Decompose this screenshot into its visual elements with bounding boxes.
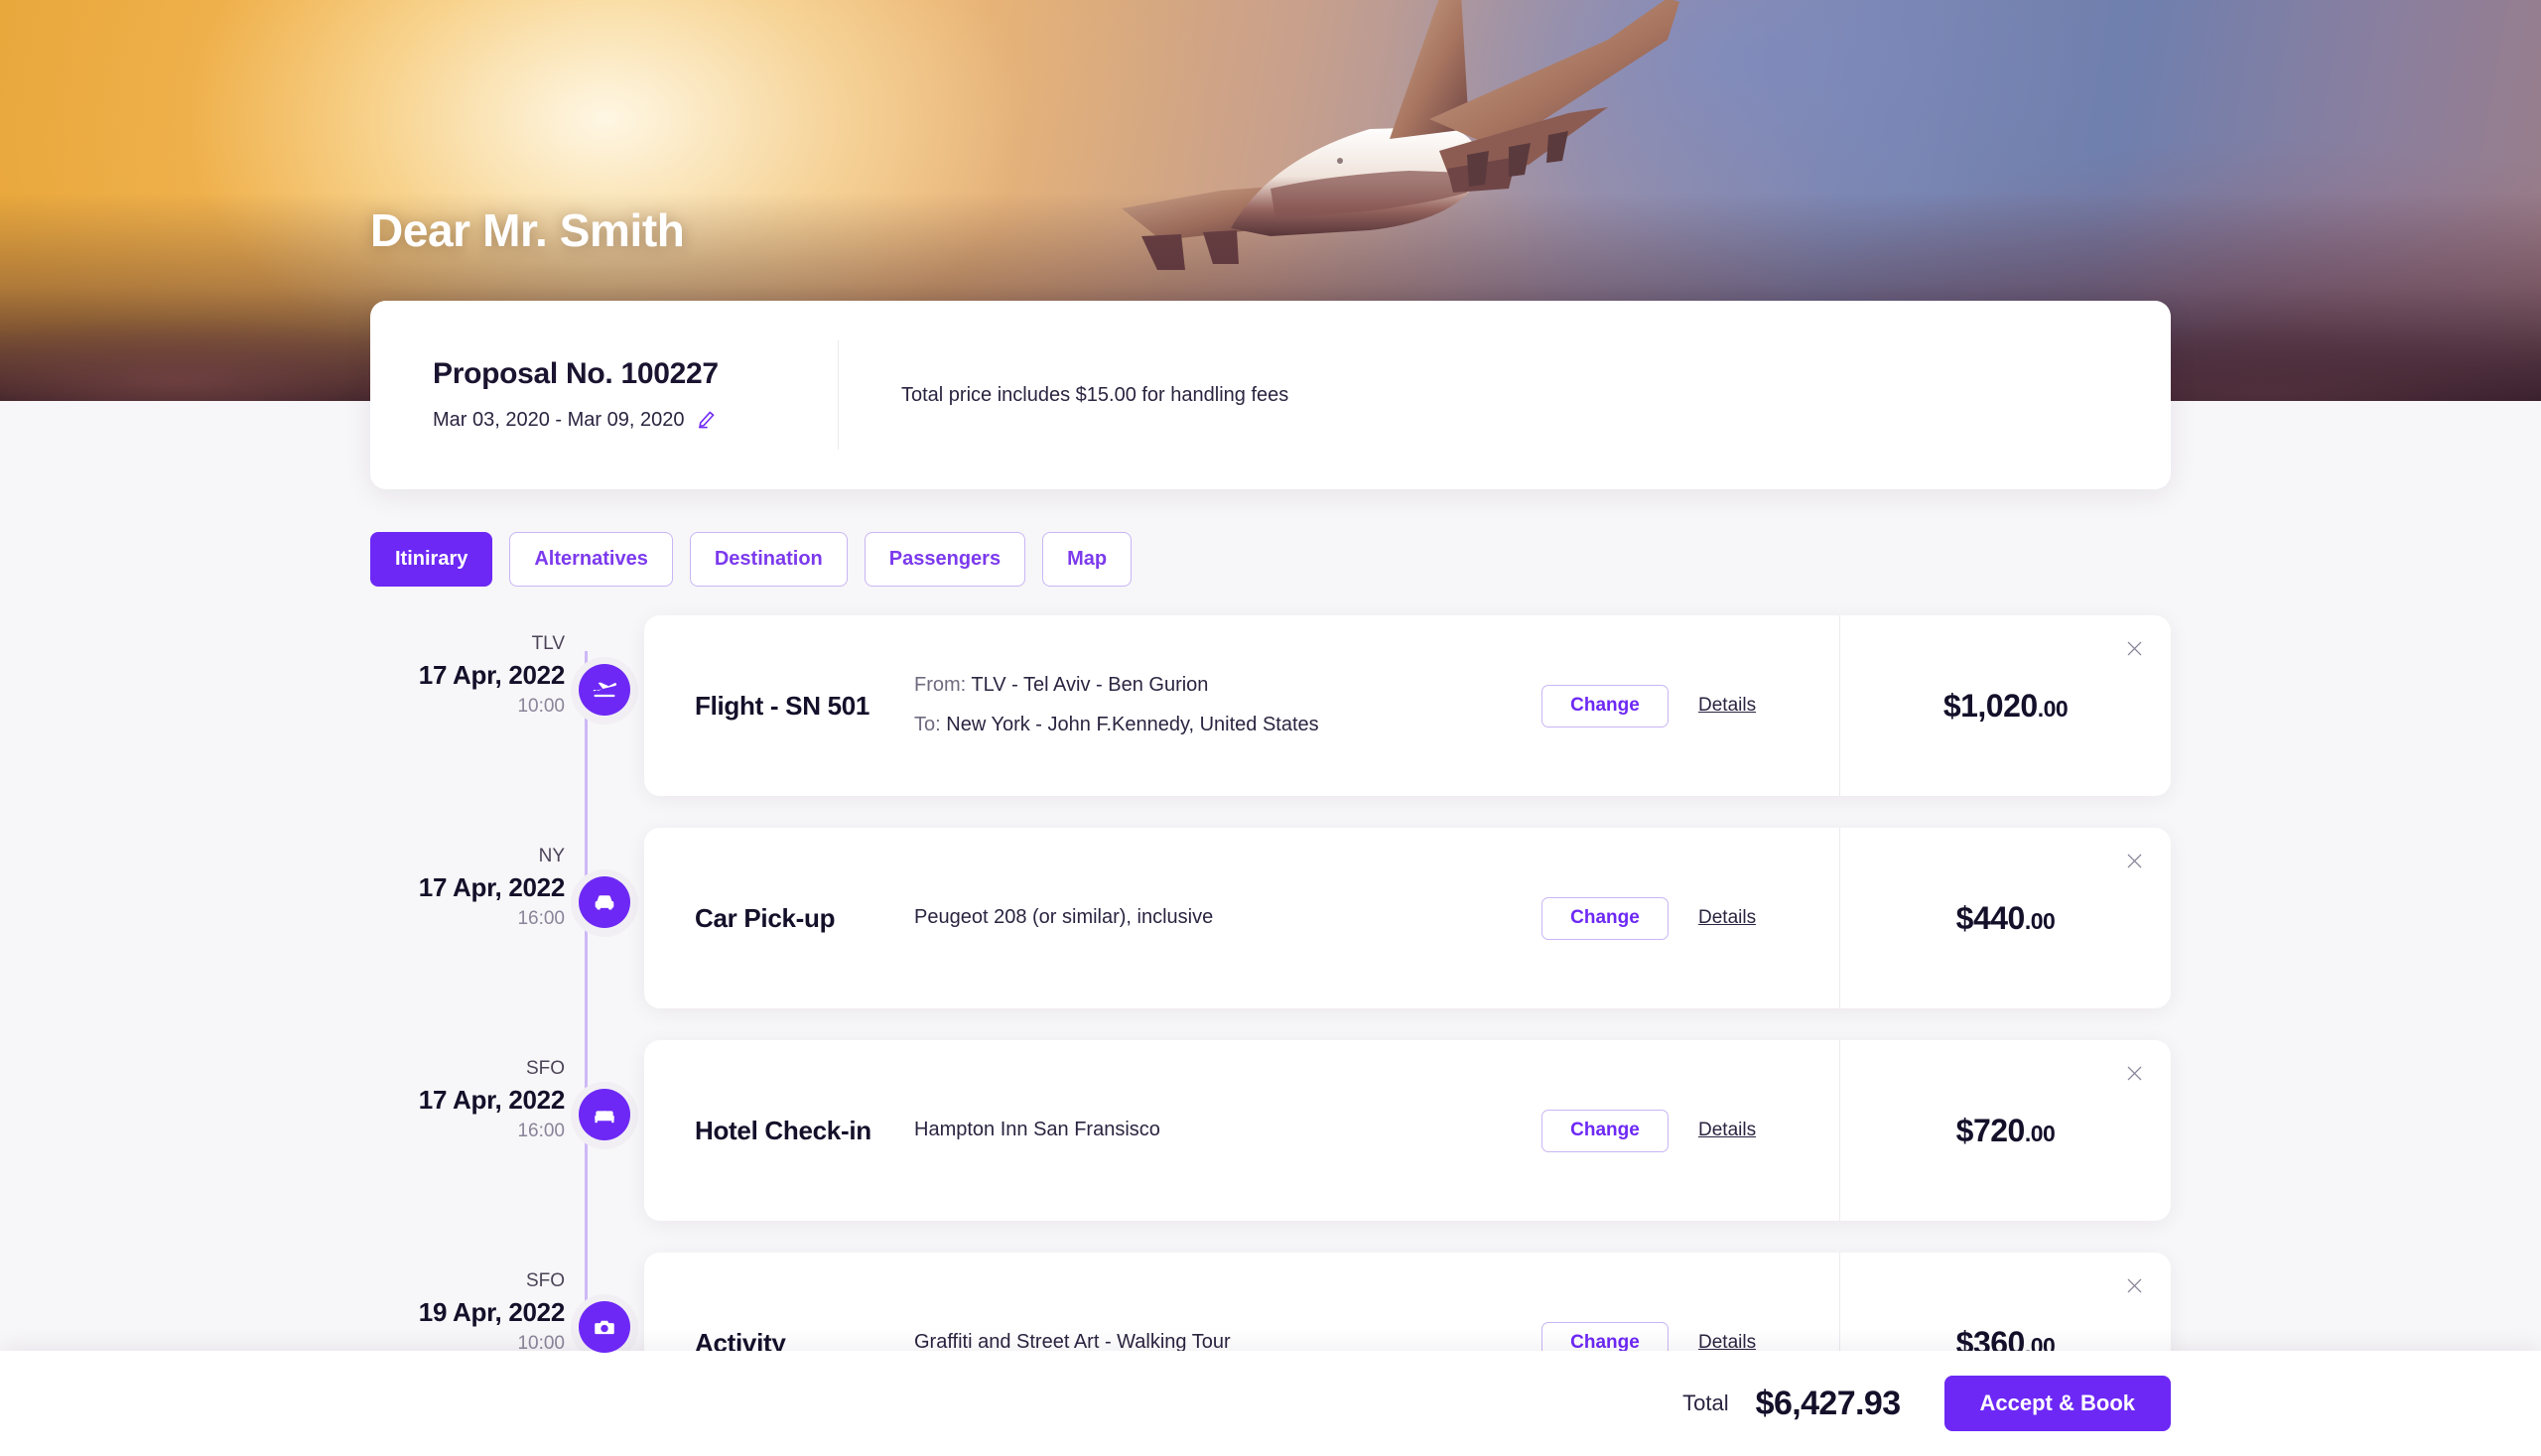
- item-description: Peugeot 208 (or similar), inclusive: [914, 906, 1214, 929]
- item-price: $720.00: [1840, 1113, 2171, 1149]
- row-when: NY 17 Apr, 2022 16:00: [370, 828, 566, 932]
- item-actions: Change Details: [1541, 684, 1839, 728]
- itinerary-row: TLV 17 Apr, 2022 10:00 Flight - SN 501 F…: [370, 615, 2171, 796]
- proposal-dates-row: Mar 03, 2020 - Mar 09, 2020: [433, 407, 838, 434]
- itinerary-card: Hotel Check-in Hampton Inn San Fransisco…: [644, 1040, 2171, 1221]
- proposal-page: Dear Mr. Smith Proposal No. 100227 Mar 0…: [0, 0, 2541, 1456]
- item-actions: Change Details: [1541, 896, 1839, 940]
- handling-fees-note: Total price includes $15.00 for handling…: [901, 383, 1289, 406]
- flight-takeoff-icon: [579, 664, 630, 716]
- accept-and-book-button[interactable]: Accept & Book: [1943, 1376, 2171, 1431]
- itinerary-row: NY 17 Apr, 2022 16:00 Car Pick-up Peugeo…: [370, 828, 2171, 1008]
- item-price: $440.00: [1840, 900, 2171, 937]
- from-value: TLV - Tel Aviv - Ben Gurion: [971, 674, 1209, 697]
- location-code: NY: [538, 846, 565, 866]
- row-when: SFO 17 Apr, 2022 16:00: [370, 1040, 566, 1144]
- tab-passengers[interactable]: Passengers: [864, 532, 1026, 587]
- tab-destination[interactable]: Destination: [689, 532, 848, 587]
- tab-map[interactable]: Map: [1042, 532, 1133, 587]
- total-label: Total: [1682, 1390, 1729, 1415]
- tab-alternatives[interactable]: Alternatives: [509, 532, 673, 587]
- location-code: SFO: [525, 1058, 565, 1079]
- location-code: SFO: [525, 1270, 565, 1291]
- price-main: $440: [1955, 899, 2026, 936]
- item-price: $1,020.00: [1840, 688, 2171, 725]
- item-title: Car Pick-up: [695, 902, 836, 933]
- marker-wrap: [565, 1040, 644, 1149]
- close-icon[interactable]: [2119, 1270, 2149, 1300]
- itinerary-card: Car Pick-up Peugeot 208 (or similar), in…: [644, 828, 2171, 1008]
- greeting-title: Dear Mr. Smith: [370, 204, 685, 256]
- details-link[interactable]: Details: [1698, 1120, 1756, 1141]
- change-button[interactable]: Change: [1541, 684, 1669, 728]
- change-button[interactable]: Change: [1541, 896, 1669, 940]
- row-when: TLV 17 Apr, 2022 10:00: [370, 615, 566, 720]
- itinerary-timeline: TLV 17 Apr, 2022 10:00 Flight - SN 501 F…: [370, 615, 2171, 1456]
- row-when: SFO 19 Apr, 2022 10:00: [370, 1253, 566, 1357]
- price-main: $720: [1955, 1112, 2026, 1148]
- row-time: 16:00: [517, 1121, 565, 1142]
- section-tabs: Itinirary Alternatives Destination Passe…: [370, 532, 1133, 587]
- to-label: To:: [914, 714, 941, 735]
- camera-icon: [579, 1301, 630, 1353]
- item-title: Hotel Check-in: [695, 1115, 871, 1145]
- marker-wrap: [565, 828, 644, 937]
- item-description: Hampton Inn San Fransisco: [914, 1119, 1160, 1141]
- item-description: From: TLV - Tel Aviv - Ben Gurion To: Ne…: [914, 671, 1541, 739]
- proposal-number: Proposal No. 100227: [433, 356, 719, 390]
- price-cents: .00: [2024, 907, 2056, 934]
- details-link[interactable]: Details: [1698, 907, 1756, 929]
- location-code: TLV: [531, 633, 565, 654]
- details-link[interactable]: Details: [1698, 695, 1756, 717]
- price-main: $1,020: [1942, 687, 2038, 724]
- row-time: 16:00: [517, 908, 565, 930]
- proposal-info: Proposal No. 100227 Mar 03, 2020 - Mar 0…: [370, 340, 839, 450]
- item-title: Flight - SN 501: [695, 690, 870, 721]
- row-time: 10:00: [517, 696, 565, 718]
- row-date: 17 Apr, 2022: [418, 871, 566, 902]
- to-value: New York - John F.Kennedy, United States: [946, 714, 1319, 735]
- close-icon[interactable]: [2119, 1058, 2149, 1088]
- proposal-summary-card: Proposal No. 100227 Mar 03, 2020 - Mar 0…: [370, 301, 2171, 489]
- total-footer-bar: Total $6,427.93 Accept & Book: [0, 1351, 2541, 1456]
- item-actions: Change Details: [1541, 1109, 1839, 1152]
- from-label: From:: [914, 674, 967, 697]
- price-cents: .00: [2024, 1120, 2056, 1146]
- car-icon: [579, 876, 630, 928]
- change-button[interactable]: Change: [1541, 1109, 1669, 1152]
- row-date: 17 Apr, 2022: [418, 1084, 566, 1115]
- itinerary-card: Flight - SN 501 From: TLV - Tel Aviv - B…: [644, 615, 2171, 796]
- marker-wrap: [565, 615, 644, 725]
- row-date: 17 Apr, 2022: [418, 659, 566, 690]
- close-icon[interactable]: [2119, 633, 2149, 663]
- pencil-icon[interactable]: [697, 407, 719, 434]
- tab-itinirary[interactable]: Itinirary: [370, 532, 493, 587]
- itinerary-row: SFO 17 Apr, 2022 16:00 Hotel Check-in Ha…: [370, 1040, 2171, 1221]
- price-cents: .00: [2037, 695, 2069, 722]
- proposal-date-range: Mar 03, 2020 - Mar 09, 2020: [433, 408, 685, 431]
- row-date: 19 Apr, 2022: [418, 1296, 566, 1327]
- total-amount: $6,427.93: [1755, 1384, 1901, 1422]
- hotel-bed-icon: [579, 1089, 630, 1140]
- close-icon[interactable]: [2119, 846, 2149, 875]
- marker-wrap: [565, 1253, 644, 1362]
